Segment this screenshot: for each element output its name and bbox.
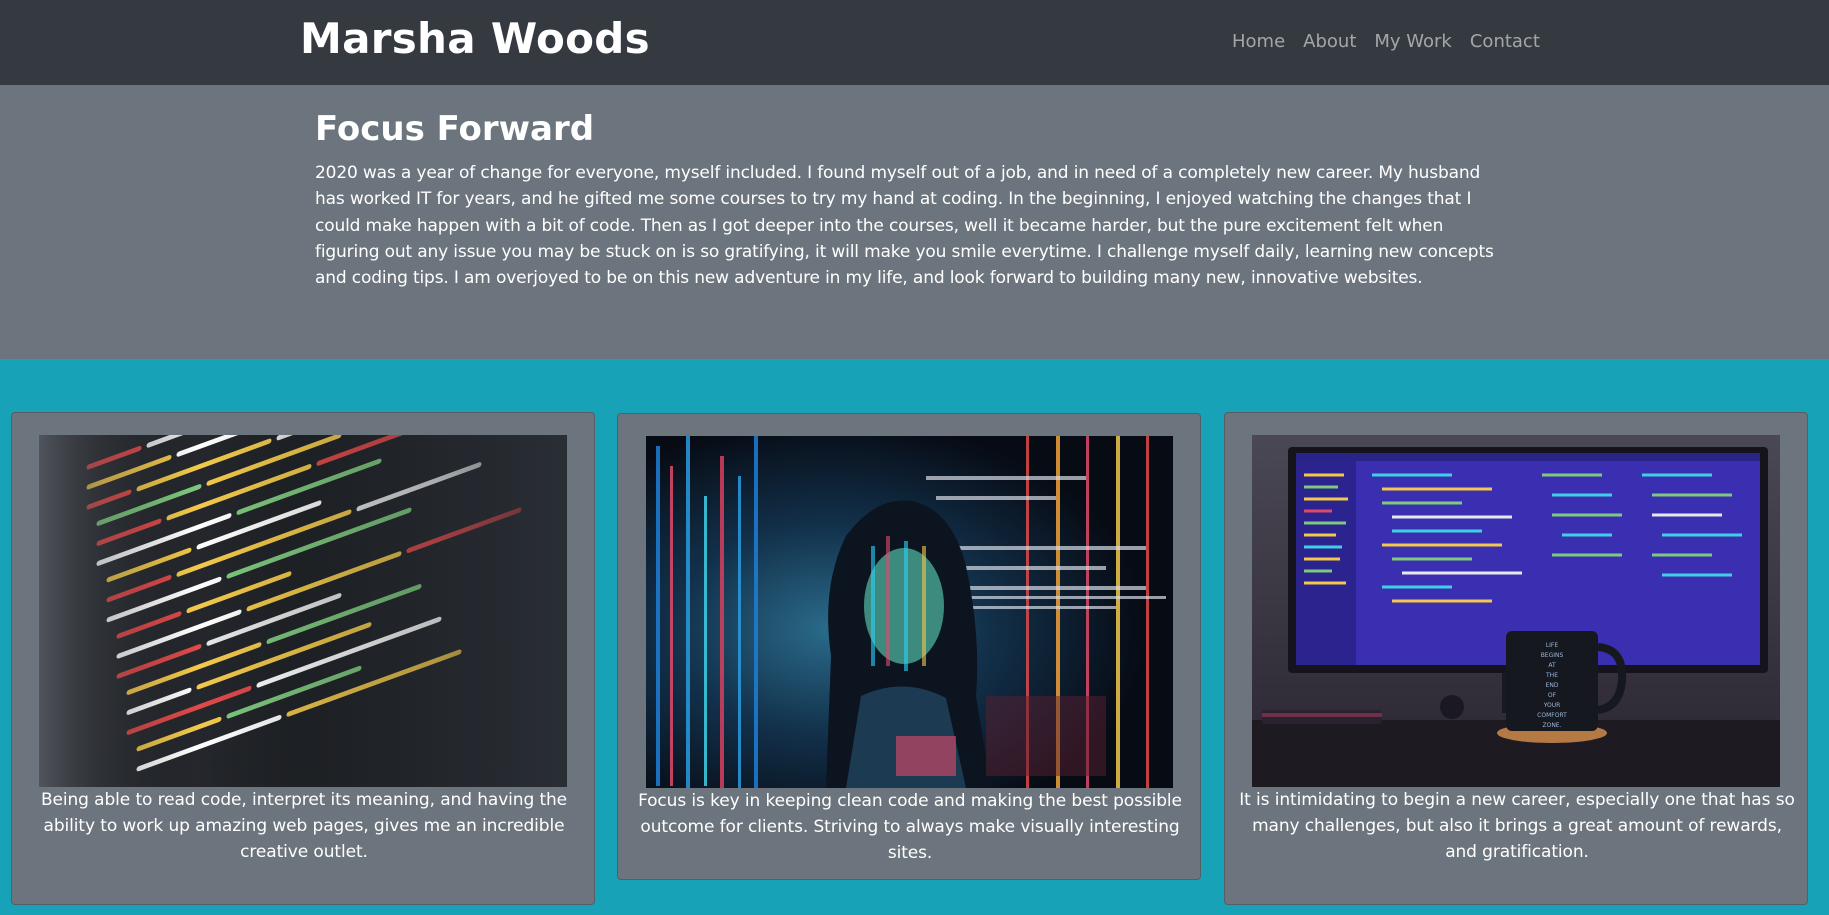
nav-link-about[interactable]: About [1303,28,1356,56]
work-card: Being able to read code, interpret its m… [11,412,595,905]
svg-text:END: END [1546,682,1559,689]
hero-title: Focus Forward [315,109,595,149]
hero-section: Focus Forward 2020 was a year of change … [0,85,1829,359]
code-closeup-image [39,435,567,787]
svg-text:COMFORT: COMFORT [1537,712,1567,719]
svg-text:LIFE: LIFE [1546,642,1559,649]
work-card: Focus is key in keeping clean code and m… [617,413,1201,880]
nav-link-home[interactable]: Home [1232,28,1285,56]
card-caption: Being able to read code, interpret its m… [40,790,568,862]
nav-link-contact[interactable]: Contact [1470,28,1540,56]
svg-text:AT: AT [1548,662,1556,669]
svg-text:OF: OF [1548,692,1557,699]
site-brand[interactable]: Marsha Woods [300,10,650,68]
card-caption: Focus is key in keeping clean code and m… [638,791,1182,863]
svg-text:THE: THE [1545,672,1558,679]
navbar: Marsha Woods Home About My Work Contact [0,0,1829,85]
work-card: LIFE BEGINS AT THE END OF YOUR COMFORT Z… [1224,412,1808,905]
svg-text:YOUR: YOUR [1543,702,1561,709]
woman-code-projection-image [646,436,1173,788]
nav-link-my-work[interactable]: My Work [1374,28,1451,56]
svg-text:BEGINS: BEGINS [1541,652,1564,659]
main-nav: Home About My Work Contact [1232,28,1540,56]
card-caption: It is intimidating to begin a new career… [1239,790,1795,862]
hero-text: 2020 was a year of change for everyone, … [315,163,1494,289]
monitor-and-mug-image: LIFE BEGINS AT THE END OF YOUR COMFORT Z… [1252,435,1780,787]
svg-text:ZONE.: ZONE. [1542,722,1561,729]
